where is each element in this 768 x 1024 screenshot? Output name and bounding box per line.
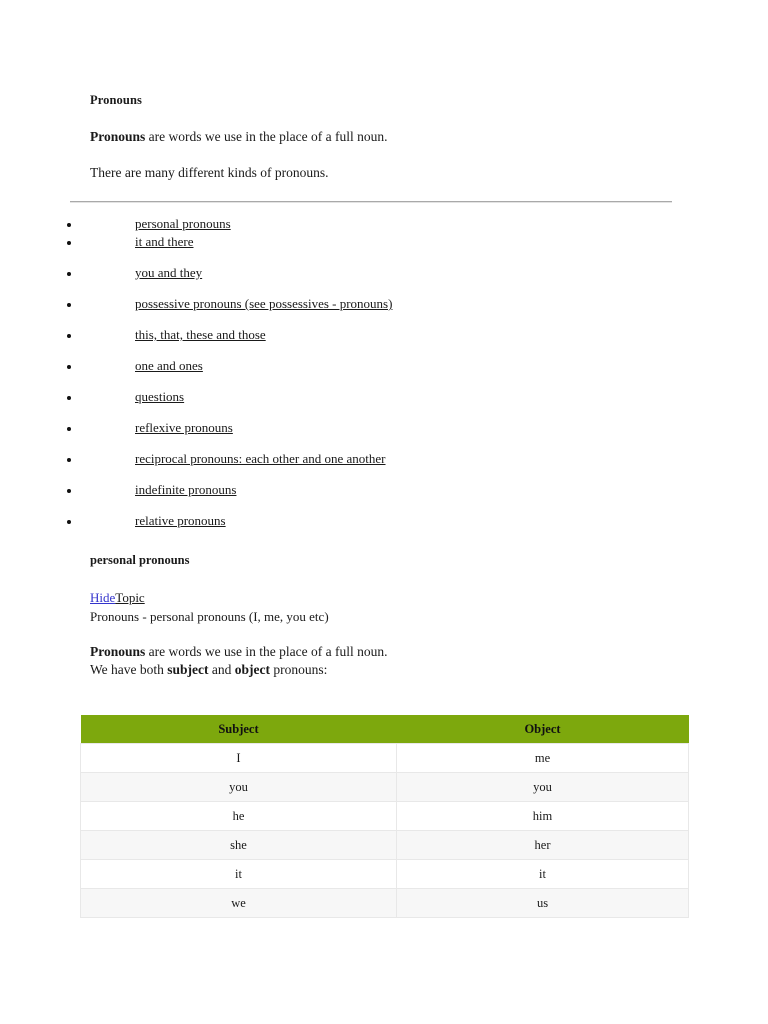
table-header: Subject Object [80,715,689,744]
intro-lead-word: Pronouns [90,129,146,144]
table-row: she her [80,830,689,860]
list-item[interactable]: this, that, these and those [0,327,768,358]
cell-subject: you [80,772,397,802]
bullet-icon [67,396,71,400]
topic-link-personal-pronouns[interactable]: personal pronouns [135,216,231,232]
column-header-object: Object [396,715,689,744]
hide-topic-control[interactable]: HideTopic [90,590,145,606]
topic-link-relative-pronouns[interactable]: relative pronouns [135,513,226,529]
bullet-icon [67,241,71,245]
cell-object: him [396,801,689,831]
description-line2-suffix: pronouns: [270,662,328,677]
cell-subject: it [80,859,397,889]
topic-link-reciprocal-pronouns[interactable]: reciprocal pronouns: each other and one … [135,451,386,467]
bullet-icon [67,458,71,462]
table-row: I me [80,743,689,773]
cell-subject: he [80,801,397,831]
list-item[interactable]: reciprocal pronouns: each other and one … [0,451,768,482]
topic-link-indefinite-pronouns[interactable]: indefinite pronouns [135,482,236,498]
list-item[interactable]: it and there [0,234,768,265]
description-rest-text: are words we use in the place of a full … [145,644,388,659]
list-item[interactable]: you and they [0,265,768,296]
section-subtitle: Pronouns - personal pronouns (I, me, you… [90,609,329,624]
bullet-icon [67,520,71,524]
topic-list: personal pronouns it and there you and t… [0,216,768,544]
bullet-icon [67,365,71,369]
bullet-icon [67,223,71,227]
cell-subject: I [80,743,397,773]
cell-subject: she [80,830,397,860]
list-item[interactable]: reflexive pronouns [0,420,768,451]
cell-object: me [396,743,689,773]
topic-link-it-and-there[interactable]: it and there [135,234,193,250]
document-page: Pronouns Pronouns are words we use in th… [0,0,768,1024]
section-description-line-1: Pronouns are words we use in the place o… [90,644,387,660]
table-header-row: Subject Object [80,715,689,744]
topic-link-one-and-ones[interactable]: one and ones [135,358,203,374]
list-item[interactable]: possessive pronouns (see possessives - p… [0,296,768,327]
list-item[interactable]: indefinite pronouns [0,482,768,513]
bullet-icon [67,489,71,493]
hide-link[interactable]: Hide [90,590,115,605]
cell-object: her [396,830,689,860]
table-body: I me you you he him she her it it we us [80,743,689,918]
section-description-line-2: We have both subject and object pronouns… [90,662,327,678]
page-title: Pronouns [90,93,142,107]
topic-link-this-that-these-those[interactable]: this, that, these and those [135,327,266,343]
topic-link-you-and-they[interactable]: you and they [135,265,202,281]
cell-object: us [396,888,689,918]
section-heading-personal-pronouns: personal pronouns [90,553,190,567]
description-line2-mid: and [208,662,235,677]
cell-object: you [396,772,689,802]
table-row: you you [80,772,689,802]
description-line2-bold-object: object [234,662,270,677]
description-lead-word: Pronouns [90,644,146,659]
topic-link-possessive-pronouns[interactable]: possessive pronouns (see possessives - p… [135,296,392,312]
list-item[interactable]: relative pronouns [0,513,768,544]
table-row: he him [80,801,689,831]
horizontal-divider [70,201,672,203]
intro-paragraph-second-line: There are many different kinds of pronou… [90,165,329,180]
description-line2-bold-subject: subject [167,662,209,677]
list-item[interactable]: personal pronouns [0,216,768,234]
bullet-icon [67,272,71,276]
table-row: it it [80,859,689,889]
list-item[interactable]: one and ones [0,358,768,389]
column-header-subject: Subject [80,715,397,744]
description-line2-prefix: We have both [90,662,168,677]
topic-label: Topic [115,590,145,605]
cell-object: it [396,859,689,889]
bullet-icon [67,334,71,338]
cell-subject: we [80,888,397,918]
intro-paragraph-first-line: Pronouns are words we use in the place o… [90,129,387,145]
bullet-icon [67,303,71,307]
list-item[interactable]: questions [0,389,768,420]
table-row: we us [80,888,689,918]
intro-rest-text: are words we use in the place of a full … [145,129,388,144]
pronouns-table: Subject Object I me you you he him she h… [80,715,689,918]
topic-link-questions[interactable]: questions [135,389,184,405]
topic-link-reflexive-pronouns[interactable]: reflexive pronouns [135,420,233,436]
bullet-icon [67,427,71,431]
